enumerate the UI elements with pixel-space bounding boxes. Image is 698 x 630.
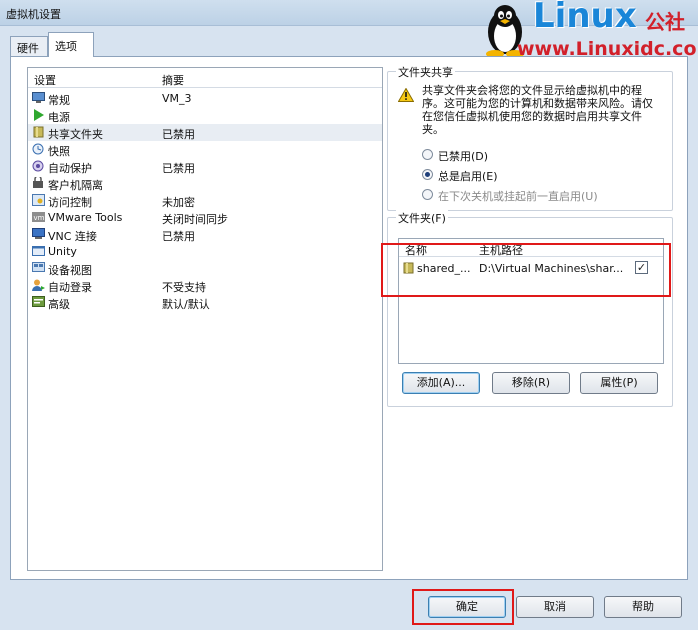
window-title: 虚拟机设置 — [6, 8, 61, 21]
list-item-unity[interactable]: Unity — [28, 243, 382, 260]
column-summary[interactable]: 摘要 — [162, 72, 184, 88]
monitor-icon — [32, 92, 45, 103]
vmware-tools-icon: vm — [32, 212, 45, 222]
options-panel: 设置 摘要 常规 VM_3 电源 共享文件夹 已禁用 快照 自动保护 已禁用 客… — [10, 56, 688, 580]
remove-folder-button[interactable]: 移除(R) — [492, 372, 570, 394]
folders-title: 文件夹(F) — [396, 210, 448, 226]
list-item-access-control[interactable]: 访问控制 未加密 — [28, 192, 382, 209]
highlight-box — [381, 243, 671, 297]
list-item-vmware-tools[interactable]: vm VMware Tools 关闭时间同步 — [28, 209, 382, 226]
radio-dot — [422, 189, 433, 200]
column-setting[interactable]: 设置 — [34, 72, 56, 88]
help-button[interactable]: 帮助 — [604, 596, 682, 618]
watermark-logo: Linux 公社 www.Linuxidc.com — [479, 0, 698, 62]
folder-sharing-group: 文件夹共享 共享文件夹会将您的文件显示给虚拟机中的程序。这可能为您的计算机和数据… — [387, 64, 673, 211]
tab-options[interactable]: 选项 — [48, 32, 94, 57]
tab-hardware[interactable]: 硬件 — [10, 36, 48, 56]
list-item-power[interactable]: 电源 — [28, 107, 382, 124]
shared-folder-icon — [33, 126, 44, 138]
isolation-icon — [33, 177, 43, 188]
radio-dot[interactable] — [422, 149, 433, 160]
autologin-icon — [32, 279, 45, 291]
svg-text:vm: vm — [34, 214, 45, 222]
unity-icon — [32, 246, 45, 256]
list-item-autologin[interactable]: 自动登录 不受支持 — [28, 277, 382, 294]
list-item-device-view[interactable]: 设备视图 — [28, 260, 382, 277]
highlight-box — [412, 589, 514, 625]
watermark-brand: Linux — [533, 0, 637, 36]
vnc-icon — [32, 228, 45, 239]
radio-dot[interactable] — [422, 169, 433, 180]
watermark-brand-cn: 公社 — [645, 10, 685, 34]
list-item-general[interactable]: 常规 VM_3 — [28, 90, 382, 107]
autoprotect-icon — [32, 160, 44, 172]
list-item-guest-isolation[interactable]: 客户机隔离 — [28, 175, 382, 192]
cancel-button[interactable]: 取消 — [516, 596, 594, 618]
snapshot-icon — [32, 143, 44, 155]
list-item-snapshots[interactable]: 快照 — [28, 141, 382, 158]
sharing-warning-text: 共享文件夹会将您的文件显示给虚拟机中的程序。这可能为您的计算机和数据带来风险。请… — [422, 84, 653, 136]
add-folder-button[interactable]: 添加(A)... — [402, 372, 480, 394]
play-icon — [34, 109, 44, 121]
warning-icon — [398, 88, 414, 102]
list-item-vnc[interactable]: VNC 连接 已禁用 — [28, 226, 382, 243]
access-control-icon — [32, 194, 45, 206]
list-item-autoprotect[interactable]: 自动保护 已禁用 — [28, 158, 382, 175]
settings-list[interactable]: 设置 摘要 常规 VM_3 电源 共享文件夹 已禁用 快照 自动保护 已禁用 客… — [27, 67, 383, 571]
list-item-advanced[interactable]: 高级 默认/默认 — [28, 294, 382, 311]
advanced-icon — [32, 296, 45, 307]
device-view-icon — [32, 262, 45, 272]
list-item-shared-folders[interactable]: 共享文件夹 已禁用 — [28, 124, 382, 141]
settings-list-header: 设置 摘要 — [28, 68, 382, 88]
folder-sharing-title: 文件夹共享 — [396, 64, 455, 80]
folder-properties-button[interactable]: 属性(P) — [580, 372, 658, 394]
